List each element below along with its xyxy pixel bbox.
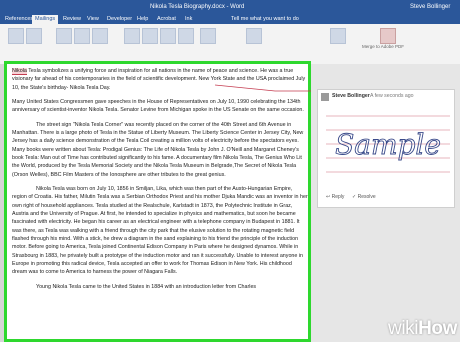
select-recipients-button[interactable] bbox=[74, 28, 90, 44]
tab-mailings[interactable]: Mailings bbox=[32, 15, 59, 24]
preview-results-button[interactable] bbox=[246, 28, 262, 44]
insert-field-button[interactable] bbox=[178, 28, 194, 44]
comment-author: Steve Bollinger bbox=[332, 93, 370, 99]
paragraph-3: The street sign "Nikola Tesla Corner" wa… bbox=[12, 121, 304, 178]
resolve-button[interactable]: ✓ Resolve bbox=[352, 194, 376, 200]
highlight-fields-button[interactable] bbox=[124, 28, 140, 44]
envelopes-button[interactable] bbox=[8, 28, 24, 44]
tab-help[interactable]: Help bbox=[134, 15, 151, 24]
start-merge-button[interactable] bbox=[56, 28, 72, 44]
user-avatar-icon bbox=[321, 93, 329, 101]
commented-word[interactable]: Nikola bbox=[12, 68, 27, 75]
tell-me-box[interactable]: Tell me what you want to do bbox=[228, 15, 302, 24]
comment-time: A few seconds ago bbox=[370, 93, 414, 99]
comments-pane: Steve Bollinger A few seconds ago Sample… bbox=[311, 64, 460, 342]
wikihow-watermark: wikiHow bbox=[388, 318, 457, 339]
reply-button[interactable]: ↩ Reply bbox=[326, 194, 344, 200]
edit-list-button[interactable] bbox=[92, 28, 108, 44]
greeting-line-button[interactable] bbox=[160, 28, 176, 44]
tab-ink[interactable]: Ink bbox=[182, 15, 195, 24]
signature-text: Sample bbox=[335, 128, 441, 161]
rules-button[interactable] bbox=[200, 28, 216, 44]
tab-acrobat[interactable]: Acrobat bbox=[154, 15, 179, 24]
merge-pdf-label: Merge to Adobe PDF bbox=[362, 44, 405, 49]
document-page[interactable]: Nikola Tesla symbolizes a unifying force… bbox=[4, 61, 311, 342]
tab-view[interactable]: View bbox=[84, 15, 102, 24]
paragraph-5: Young Nikola Tesla came to the United St… bbox=[36, 283, 257, 290]
title-bar: Nikola Tesla Biography.docx - Word Steve… bbox=[0, 0, 460, 14]
paragraph-2: Many United States Congressmen gave spee… bbox=[12, 99, 304, 114]
comment-card[interactable]: Steve Bollinger A few seconds ago Sample… bbox=[317, 89, 455, 208]
user-name: Steve Bollinger bbox=[410, 4, 451, 10]
tab-developer[interactable]: Developer bbox=[104, 15, 135, 24]
ink-signature: Sample bbox=[326, 115, 450, 173]
finish-merge-button[interactable] bbox=[330, 28, 346, 44]
window-title: Nikola Tesla Biography.docx - Word bbox=[150, 4, 245, 10]
ribbon-toolbar: Merge to Adobe PDF bbox=[0, 24, 460, 65]
tab-review[interactable]: Review bbox=[60, 15, 84, 24]
address-block-button[interactable] bbox=[142, 28, 158, 44]
paragraph-4: Nikola Tesla was born on July 10, 1856 i… bbox=[12, 186, 308, 276]
labels-button[interactable] bbox=[26, 28, 42, 44]
ribbon-tabs: References Mailings Review View Develope… bbox=[0, 14, 460, 24]
merge-pdf-button[interactable] bbox=[380, 28, 396, 44]
document-body[interactable]: Nikola Tesla symbolizes a unifying force… bbox=[12, 67, 308, 297]
comment-connector-line bbox=[215, 84, 313, 92]
